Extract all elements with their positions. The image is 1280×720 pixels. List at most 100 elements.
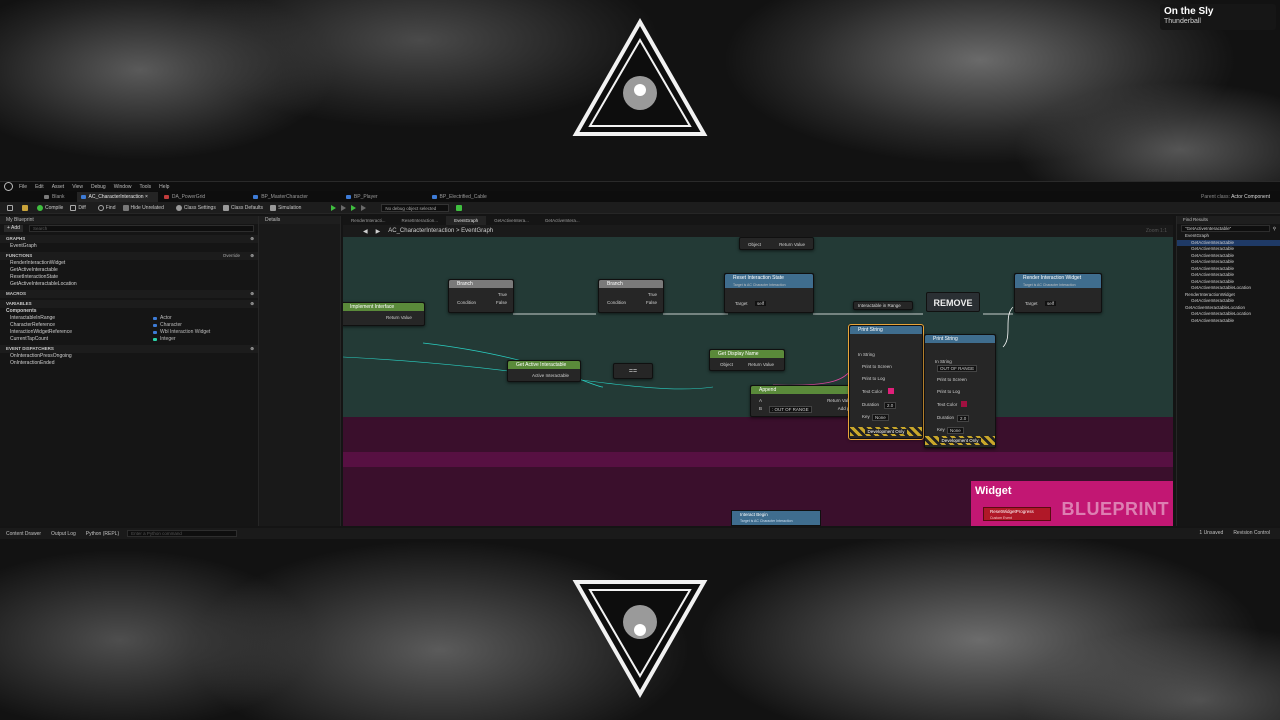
parent-class-value[interactable]: Actor Component [1231, 194, 1270, 200]
pin-label[interactable]: Object [720, 362, 733, 367]
function-item[interactable]: GetActiveInteractable [0, 267, 258, 274]
pin-label[interactable]: Print to Log [937, 389, 960, 394]
branch-node[interactable]: Branch Condition True False [598, 279, 664, 313]
search-input[interactable]: Search [28, 225, 254, 232]
add-icon[interactable]: ⊕ [250, 345, 254, 353]
pin-label[interactable]: Key [862, 414, 870, 419]
class-settings-button[interactable]: Class Settings [175, 204, 216, 211]
pin-label[interactable]: Target [1025, 301, 1038, 306]
get-display-name-node-top[interactable]: Object Return Value [739, 237, 814, 250]
variable-type[interactable]: Character [160, 322, 182, 329]
graph-tab[interactable]: GetActiveIntera... [537, 216, 588, 225]
pin-label[interactable]: False [496, 300, 507, 305]
tab-da-powergrid[interactable]: DA_PowerGrid [160, 192, 215, 202]
pin-label[interactable]: Duration [862, 402, 879, 407]
step-icon[interactable] [341, 204, 347, 211]
interact-begin-event-node[interactable]: Interact Begin Target is AC Character In… [731, 510, 821, 526]
pin-label[interactable]: Return Value [748, 362, 774, 367]
output-log-button[interactable]: Output Log [51, 531, 76, 537]
render-interaction-widget-node[interactable]: Render Interaction Widget Target is AC Ch… [1014, 273, 1102, 313]
breadcrumb-path[interactable]: AC_CharacterInteraction > EventGraph [388, 228, 493, 234]
pin-label[interactable]: Return Value [779, 242, 805, 247]
pin-label[interactable]: True [648, 292, 657, 297]
revision-control-button[interactable]: Revision Control [1233, 530, 1270, 536]
append-node[interactable]: Append A B : OUT OF RANGE Return Value A… [750, 385, 858, 417]
tab-blank[interactable]: Blank [40, 192, 75, 202]
pin-label[interactable]: In String [935, 359, 952, 364]
override-dropdown[interactable]: Override [223, 252, 240, 260]
unreal-logo-icon[interactable] [4, 182, 13, 191]
function-item[interactable]: RenderInteractionWidget [0, 260, 258, 267]
number-input[interactable]: 2.0 [884, 402, 897, 409]
back-arrow-icon[interactable]: ◀ [363, 228, 368, 235]
add-icon[interactable]: ⊕ [250, 235, 254, 243]
diff-button[interactable]: Diff [70, 204, 86, 211]
unsaved-button[interactable]: 1 Unsaved [1199, 530, 1223, 536]
pin-label[interactable]: Print to Screen [862, 364, 892, 369]
content-drawer-button[interactable]: Content Drawer [6, 531, 41, 537]
class-defaults-button[interactable]: Class Defaults [222, 204, 263, 211]
number-input[interactable]: 2.0 [957, 415, 970, 422]
reset-interaction-state-node[interactable]: Reset Interaction State Target is AC Char… [724, 273, 814, 313]
text-input[interactable]: None [947, 427, 964, 434]
pin-label[interactable]: Object [748, 242, 761, 247]
add-icon[interactable]: ⊕ [250, 300, 254, 308]
simulate-icon[interactable] [351, 204, 357, 211]
menu-file[interactable]: File [19, 184, 27, 190]
pin-label[interactable]: Condition [607, 300, 626, 305]
interactable-in-range-getter[interactable]: Interactable in Range [853, 301, 913, 310]
pin-label[interactable]: Return Value [386, 315, 412, 320]
debug-filter-button[interactable] [456, 204, 464, 211]
menu-help[interactable]: Help [159, 184, 169, 190]
pin-label[interactable]: False [646, 300, 657, 305]
graph-tab-eventgraph[interactable]: EventGraph [446, 216, 487, 225]
menu-edit[interactable]: Edit [35, 184, 44, 190]
menu-view[interactable]: View [72, 184, 83, 190]
hide-unrelated-button[interactable]: Hide Unrelated [122, 204, 164, 211]
pin-label[interactable]: Condition [457, 300, 476, 305]
color-swatch[interactable] [961, 401, 967, 407]
pin-label[interactable]: True [498, 292, 507, 297]
graph-item[interactable]: EventGraph [0, 243, 258, 250]
menu-window[interactable]: Window [114, 184, 132, 190]
graph-tab[interactable]: RenderInteracti... [343, 216, 394, 225]
macros-section[interactable]: MACROS ⊕ [0, 290, 258, 298]
add-icon[interactable]: ⊕ [250, 252, 254, 260]
tab-bp-player[interactable]: BP_Player [342, 192, 388, 202]
dispatcher-item[interactable]: OnInteractionEnded [0, 360, 258, 367]
text-input[interactable]: : OUT OF RANGE [769, 406, 812, 413]
python-dropdown[interactable]: Python (REPL) [86, 531, 119, 537]
branch-node[interactable]: Branch Condition True False [448, 279, 514, 313]
add-icon[interactable]: ⊕ [250, 290, 254, 298]
compile-button[interactable]: Compile [37, 204, 63, 211]
color-swatch[interactable] [888, 388, 894, 394]
tab-ac-characterinteraction[interactable]: AC_CharacterInteraction × [76, 192, 158, 202]
browse-button[interactable] [22, 204, 30, 211]
event-dispatchers-section[interactable]: EVENT DISPATCHERS ⊕ [0, 345, 258, 353]
pin-label[interactable]: A [759, 398, 762, 403]
pin-label[interactable]: Text Color [937, 402, 957, 407]
print-string-node[interactable]: Print String In String OUT OF RANGE Prin… [924, 334, 996, 448]
remove-reroute-node[interactable]: REMOVE [926, 292, 980, 312]
options-icon[interactable] [361, 204, 367, 211]
variable-type[interactable]: Actor [160, 315, 172, 322]
variable-row[interactable]: InteractableInRange Actor [0, 315, 258, 322]
tab-bp-electrified-cable[interactable]: BP_Electrified_Cable [428, 192, 497, 202]
pin-label[interactable]: Print to Log [862, 376, 885, 381]
save-button[interactable] [7, 204, 15, 211]
play-icon[interactable] [331, 204, 337, 211]
pin-label[interactable]: Active Interactable [532, 373, 569, 378]
pin-label[interactable]: Print to Screen [937, 377, 967, 382]
add-button[interactable]: + Add [4, 225, 23, 232]
binoculars-icon[interactable]: ⚲ [1273, 226, 1276, 232]
find-search-input[interactable]: "GetActiveInteractable" [1181, 225, 1270, 232]
components-category[interactable]: Components [0, 308, 258, 315]
implement-interface-node[interactable]: Implement Interface Return Value [343, 302, 425, 326]
functions-section[interactable]: FUNCTIONS Override ⊕ [0, 252, 258, 260]
function-item[interactable]: GetActiveInteractableLocation [0, 281, 258, 288]
menu-debug[interactable]: Debug [91, 184, 106, 190]
pin-value[interactable]: self [1045, 301, 1057, 306]
variable-type[interactable]: Integer [160, 336, 176, 343]
close-icon[interactable]: × [145, 194, 148, 200]
find-button[interactable]: Find [97, 204, 116, 211]
